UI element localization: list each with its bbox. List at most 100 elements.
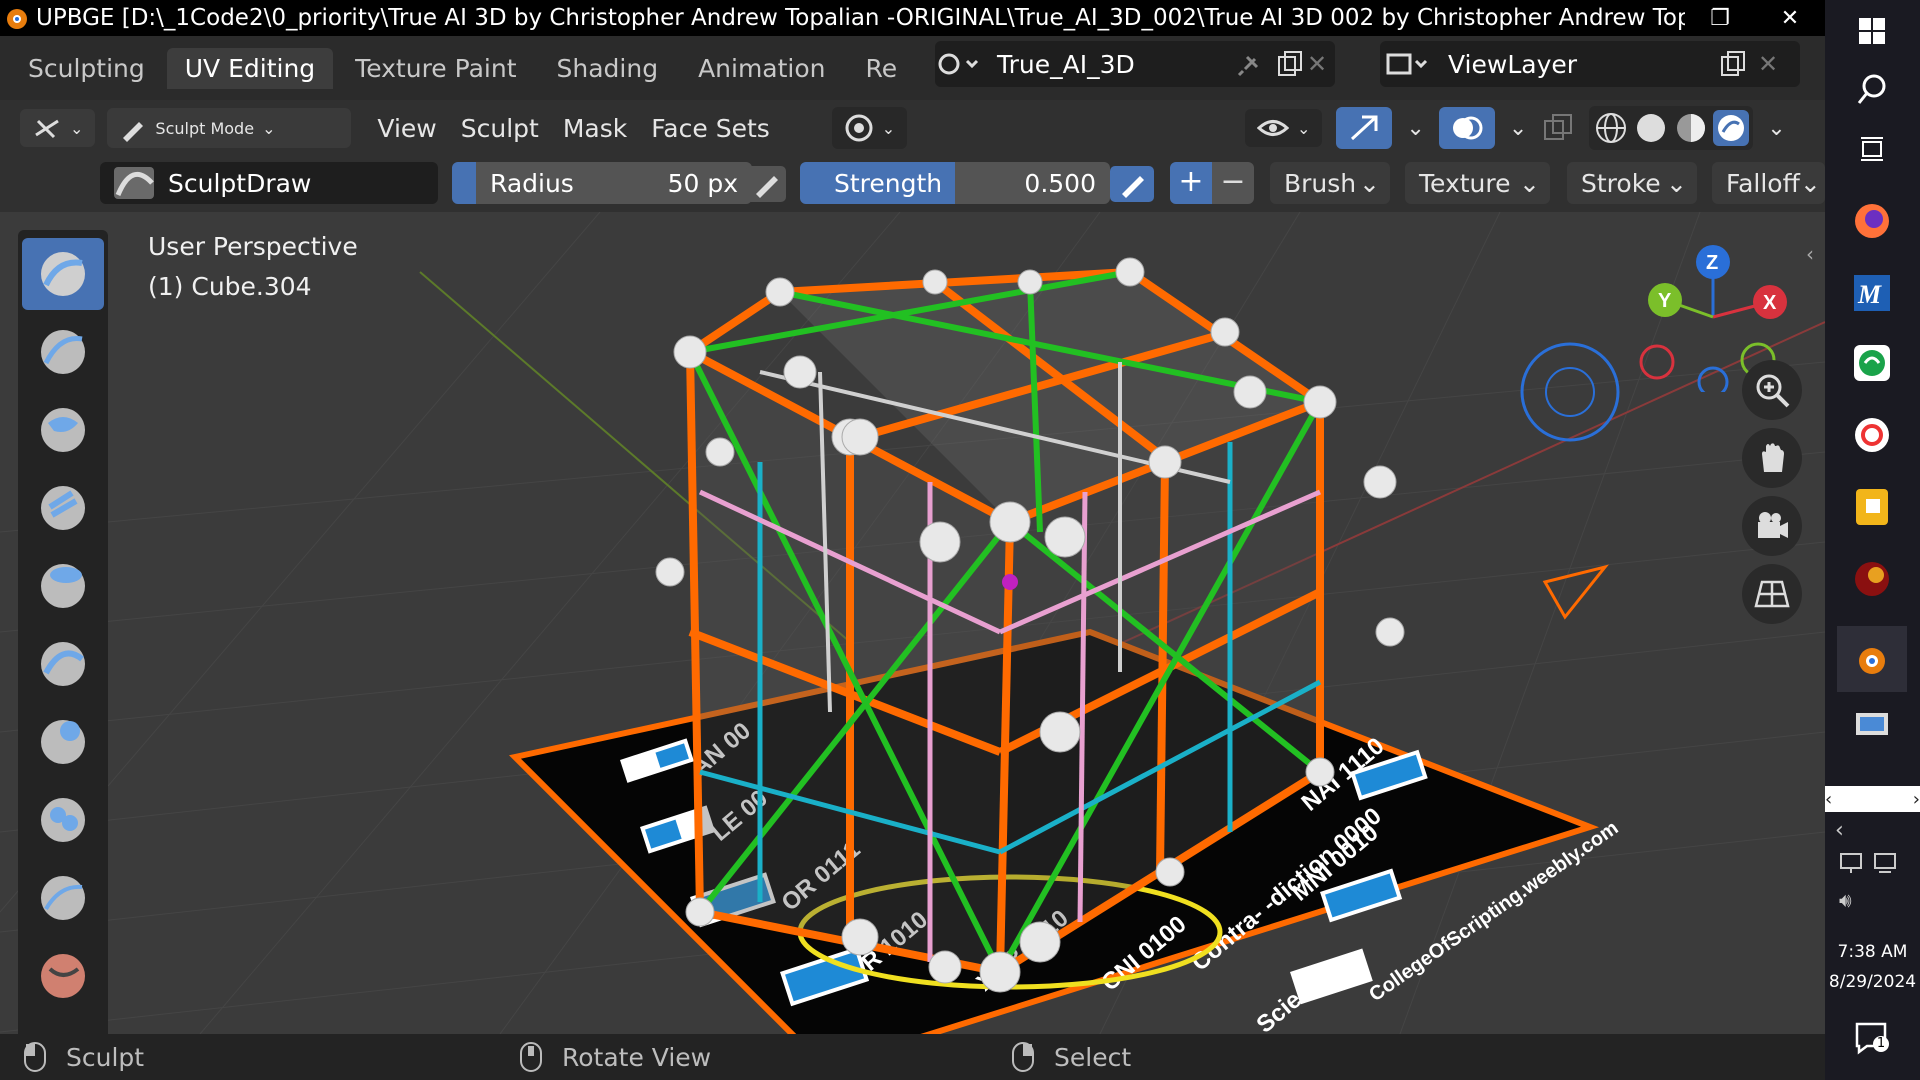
flatten-brush-icon[interactable] xyxy=(22,940,104,1012)
restore-window-icon[interactable]: ❐ xyxy=(1685,6,1755,31)
green-app-icon[interactable] xyxy=(1847,338,1897,388)
pressure-radius-icon[interactable] xyxy=(746,166,786,202)
menu-view[interactable]: View xyxy=(365,110,448,147)
texture-dropdown[interactable]: Texture ⌄ xyxy=(1405,162,1550,204)
layer-brush-icon[interactable] xyxy=(22,550,104,622)
tray-display-icon[interactable] xyxy=(1873,852,1897,874)
status-rotate-view: Rotate View xyxy=(518,1041,711,1073)
brush-name[interactable]: SculptDraw xyxy=(168,169,311,198)
chevron-down-icon[interactable]: ⌄ xyxy=(1509,116,1527,141)
brush-dropdown-label: Brush xyxy=(1284,168,1357,198)
mode-dropdown[interactable]: Sculpt Mode ⌄ xyxy=(107,108,352,148)
draw-brush-icon[interactable] xyxy=(22,238,104,310)
tab-sculpting[interactable]: Sculpting xyxy=(10,48,163,89)
delete-scene-icon[interactable]: ✕ xyxy=(1307,50,1327,78)
radius-slider[interactable]: Radius 50 px xyxy=(452,162,752,204)
viewport-header: ⌄ Sculpt Mode ⌄ View Sculpt Mask Face Se… xyxy=(0,100,1825,156)
editor-type-dropdown[interactable]: ⌄ xyxy=(20,109,96,147)
taskbar-time[interactable]: 7:38 AM xyxy=(1825,942,1920,962)
crease-brush-icon[interactable] xyxy=(22,784,104,856)
a-app-icon[interactable] xyxy=(1847,410,1897,460)
viewport-scene: AN 00 LE 00 OR 0111 R 1010 XOR 0110 CNI … xyxy=(0,212,1825,1034)
scene-selector[interactable]: True_AI_3D ✕ xyxy=(935,41,1335,87)
chevron-down-icon: ⌄ xyxy=(1519,168,1540,198)
firefox-icon[interactable] xyxy=(1847,196,1897,246)
window-titlebar: UPBGE [D:\_1Code2\0_priority\True AI 3D … xyxy=(0,0,1825,36)
zoom-icon[interactable] xyxy=(1742,360,1802,420)
menu-mask[interactable]: Mask xyxy=(551,110,639,147)
notification-center-icon[interactable]: 1 xyxy=(1853,1020,1889,1060)
close-window-icon[interactable]: ✕ xyxy=(1755,6,1825,31)
gizmo-dropdown[interactable] xyxy=(1336,107,1393,149)
visibility-dropdown[interactable]: ⌄ xyxy=(1245,109,1323,147)
pin-icon[interactable] xyxy=(1235,49,1265,79)
subtract-direction-button[interactable]: − xyxy=(1212,162,1254,204)
chevron-down-icon[interactable]: ⌄ xyxy=(1406,116,1424,141)
camera-view-icon[interactable] xyxy=(1742,496,1802,556)
middle-mouse-icon xyxy=(520,1042,542,1072)
new-viewlayer-icon[interactable] xyxy=(1718,49,1748,79)
viewlayer-selector[interactable]: ViewLayer ✕ xyxy=(1380,41,1800,87)
perspective-grid-icon[interactable] xyxy=(1742,564,1802,624)
tab-shading[interactable]: Shading xyxy=(539,48,677,89)
blob-brush-icon[interactable] xyxy=(22,706,104,778)
menu-face-sets[interactable]: Face Sets xyxy=(639,110,782,147)
brush-thumbnail-icon xyxy=(114,167,154,199)
camera-object-icon[interactable] xyxy=(1542,564,1609,620)
draw-sharp-brush-icon[interactable] xyxy=(22,316,104,388)
taskbar-scroller[interactable]: ‹ › xyxy=(1825,786,1920,812)
new-scene-icon[interactable] xyxy=(1275,49,1305,79)
scroll-left-icon[interactable]: ‹ xyxy=(1825,789,1832,810)
delete-viewlayer-icon[interactable]: ✕ xyxy=(1758,50,1778,78)
window-title: UPBGE [D:\_1Code2\0_priority\True AI 3D … xyxy=(36,5,1685,31)
scroll-right-icon[interactable]: › xyxy=(1913,789,1920,810)
solid-shading-icon[interactable] xyxy=(1633,110,1669,146)
windows-taskbar: M ‹ › ‹ 🔊︎ 7:38 AM 8/29/2024 1 xyxy=(1825,0,1920,1080)
strength-slider[interactable]: Strength 0.500 xyxy=(800,162,1110,204)
stroke-dropdown[interactable]: Stroke ⌄ xyxy=(1567,162,1697,204)
volume-icon[interactable]: 🔊︎ xyxy=(1839,888,1852,912)
chevron-down-icon[interactable]: ⌄ xyxy=(1767,116,1785,141)
clay-strips-brush-icon[interactable] xyxy=(22,472,104,544)
material-shading-icon[interactable] xyxy=(1673,110,1709,146)
menu-sculpt[interactable]: Sculpt xyxy=(449,110,551,147)
tab-uv-editing[interactable]: UV Editing xyxy=(166,47,334,89)
inflate-brush-icon[interactable] xyxy=(22,628,104,700)
tab-texture-paint[interactable]: Texture Paint xyxy=(337,48,534,89)
windows-start-icon[interactable] xyxy=(1847,6,1897,56)
tab-animation[interactable]: Animation xyxy=(680,48,843,89)
tab-rendering[interactable]: Re xyxy=(848,48,916,89)
scene-name[interactable]: True_AI_3D xyxy=(997,50,1135,79)
task-view-icon[interactable] xyxy=(1847,124,1897,174)
clay-brush-icon[interactable] xyxy=(22,394,104,466)
monitor-app-icon[interactable] xyxy=(1847,700,1897,750)
wireframe-shading-icon[interactable] xyxy=(1593,110,1629,146)
light-object-icon[interactable] xyxy=(1520,342,1620,442)
workspace-topbar: Sculpting UV Editing Texture Paint Shadi… xyxy=(0,36,1825,100)
xray-icon[interactable] xyxy=(1541,111,1575,145)
m-app-icon[interactable]: M xyxy=(1847,268,1897,318)
upbge-taskbar-icon[interactable] xyxy=(1837,626,1907,692)
status-bar: Sculpt Rotate View Select xyxy=(0,1034,1825,1080)
pressure-strength-icon[interactable] xyxy=(1110,166,1154,202)
pan-hand-icon[interactable] xyxy=(1742,428,1802,488)
sidebar-toggle-icon[interactable]: ‹ xyxy=(1806,242,1814,266)
overlays-dropdown[interactable] xyxy=(1438,107,1495,149)
add-direction-button[interactable]: + xyxy=(1170,162,1212,204)
search-icon[interactable] xyxy=(1847,64,1897,114)
brush-selector[interactable]: SculptDraw xyxy=(100,162,438,204)
viewlayer-name[interactable]: ViewLayer xyxy=(1448,50,1577,79)
overlays-icon xyxy=(1452,116,1483,140)
tray-network-icon[interactable] xyxy=(1839,852,1863,874)
falloff-dropdown[interactable]: Falloff ⌄ xyxy=(1712,162,1825,204)
notification-count-badge: 1 xyxy=(1873,1036,1889,1052)
pivot-dropdown[interactable]: ⌄ xyxy=(831,107,908,149)
yellow-app-icon[interactable] xyxy=(1847,482,1897,532)
smooth-brush-icon[interactable] xyxy=(22,862,104,934)
taskbar-date[interactable]: 8/29/2024 xyxy=(1825,972,1920,992)
brush-dropdown[interactable]: Brush ⌄ xyxy=(1270,162,1390,204)
tray-collapse-icon[interactable]: ‹ xyxy=(1835,818,1844,843)
red-game-icon[interactable] xyxy=(1847,554,1897,604)
3d-viewport[interactable]: AN 00 LE 00 OR 0111 R 1010 XOR 0110 CNI … xyxy=(0,212,1825,1034)
rendered-shading-icon[interactable] xyxy=(1713,110,1750,146)
